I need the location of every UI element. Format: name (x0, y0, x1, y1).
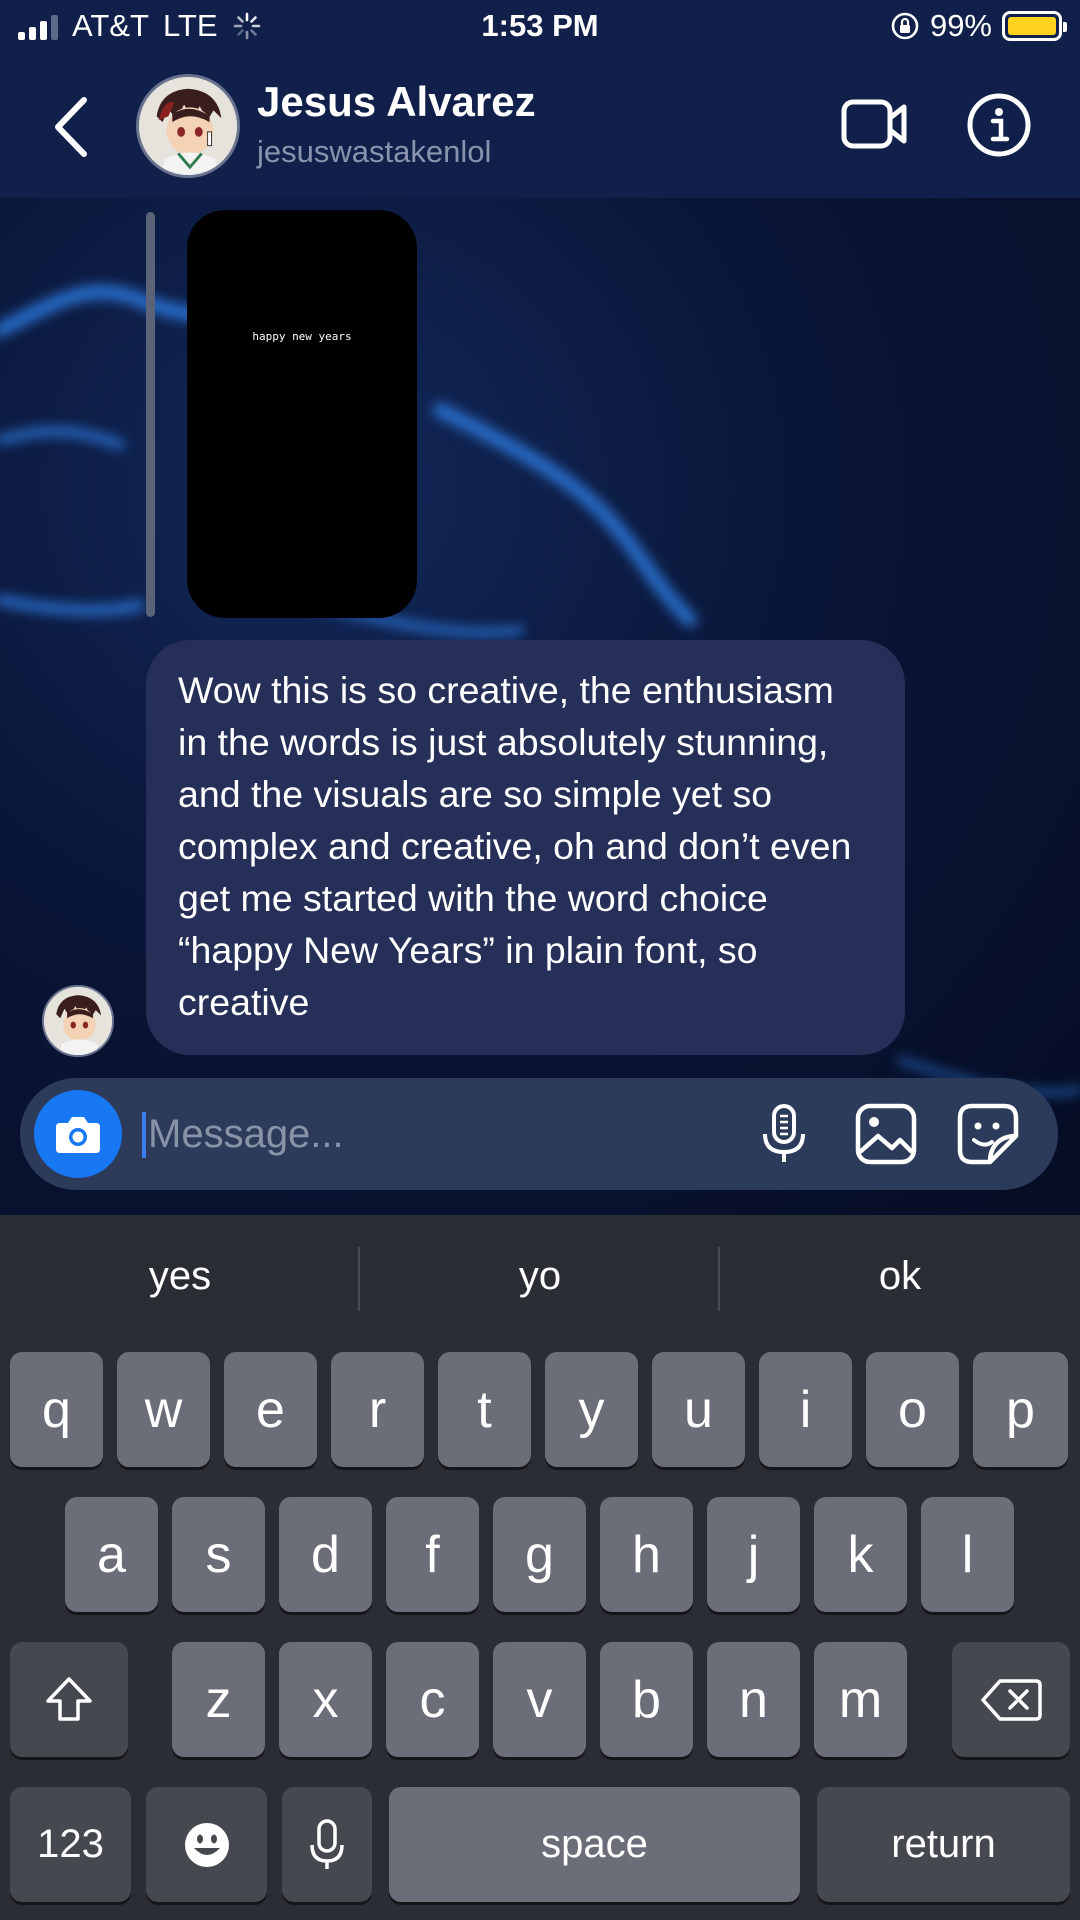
key-y[interactable]: y (545, 1352, 638, 1467)
key-z[interactable]: z (172, 1642, 265, 1757)
suggestion-yo[interactable]: yo (360, 1215, 720, 1337)
orientation-lock-icon (891, 12, 919, 40)
key-d[interactable]: d (279, 1497, 372, 1612)
status-bar: AT&T LTE 1:53 PM 99% (0, 0, 1080, 56)
message-input[interactable] (148, 1100, 748, 1168)
key-w[interactable]: w (117, 1352, 210, 1467)
key-p[interactable]: p (973, 1352, 1068, 1467)
info-icon[interactable] (966, 92, 1032, 158)
return-key[interactable]: return (817, 1787, 1070, 1902)
suggestion-yes[interactable]: yes (0, 1215, 360, 1337)
key-g[interactable]: g (493, 1497, 586, 1612)
camera-button[interactable] (34, 1090, 122, 1178)
key-v[interactable]: v (493, 1642, 586, 1757)
suggestion-ok[interactable]: ok (720, 1215, 1080, 1337)
key-n[interactable]: n (707, 1642, 800, 1757)
sticker-icon[interactable] (954, 1100, 1022, 1168)
microphone-icon (310, 1818, 344, 1869)
camera-icon (56, 1117, 100, 1153)
key-q[interactable]: q (10, 1352, 103, 1467)
video-call-icon[interactable] (840, 94, 910, 154)
key-i[interactable]: i (759, 1352, 852, 1467)
backspace-icon (981, 1678, 1042, 1721)
key-k[interactable]: k (814, 1497, 907, 1612)
key-f[interactable]: f (386, 1497, 479, 1612)
key-j[interactable]: j (707, 1497, 800, 1612)
key-h[interactable]: h (600, 1497, 693, 1612)
microphone-icon[interactable] (750, 1100, 818, 1168)
key-e[interactable]: e (224, 1352, 317, 1467)
key-u[interactable]: u (652, 1352, 745, 1467)
contact-username: jesuswastakenlol (257, 134, 492, 169)
reply-indicator-line (146, 212, 155, 617)
numbers-key[interactable]: 123 (10, 1787, 131, 1902)
chat-header: Jesus Alvarez jesuswastakenlol (0, 56, 1080, 198)
battery-percent: 99% (929, 8, 992, 43)
emoji-icon (184, 1822, 229, 1867)
emoji-key[interactable] (146, 1787, 267, 1902)
story-reply-thumbnail[interactable]: happy new years (187, 210, 417, 618)
key-o[interactable]: o (866, 1352, 959, 1467)
key-t[interactable]: t (438, 1352, 531, 1467)
key-b[interactable]: b (600, 1642, 693, 1757)
keyboard: yes yo ok q w e r t y u i o p a s d f g … (0, 1215, 1080, 1920)
battery-icon (1002, 11, 1067, 41)
key-s[interactable]: s (172, 1497, 265, 1612)
back-arrow-icon[interactable] (46, 92, 96, 162)
contact-name: Jesus Alvarez (257, 78, 536, 125)
key-a[interactable]: a (65, 1497, 158, 1612)
key-m[interactable]: m (814, 1642, 907, 1757)
key-c[interactable]: c (386, 1642, 479, 1757)
dictation-key[interactable] (282, 1787, 372, 1902)
delete-key[interactable] (952, 1642, 1070, 1757)
shift-key[interactable] (10, 1642, 128, 1757)
shift-icon (46, 1676, 92, 1721)
story-text: happy new years (252, 330, 352, 343)
message-bubble[interactable]: Wow this is so creative, the enthusiasm … (146, 640, 905, 1055)
text-cursor (142, 1112, 146, 1158)
key-x[interactable]: x (279, 1642, 372, 1757)
gallery-icon[interactable] (852, 1100, 920, 1168)
sender-avatar[interactable] (42, 985, 114, 1057)
avatar[interactable] (136, 74, 240, 178)
key-r[interactable]: r (331, 1352, 424, 1467)
space-key[interactable]: space (389, 1787, 800, 1902)
message-composer (20, 1078, 1058, 1190)
key-l[interactable]: l (921, 1497, 1014, 1612)
